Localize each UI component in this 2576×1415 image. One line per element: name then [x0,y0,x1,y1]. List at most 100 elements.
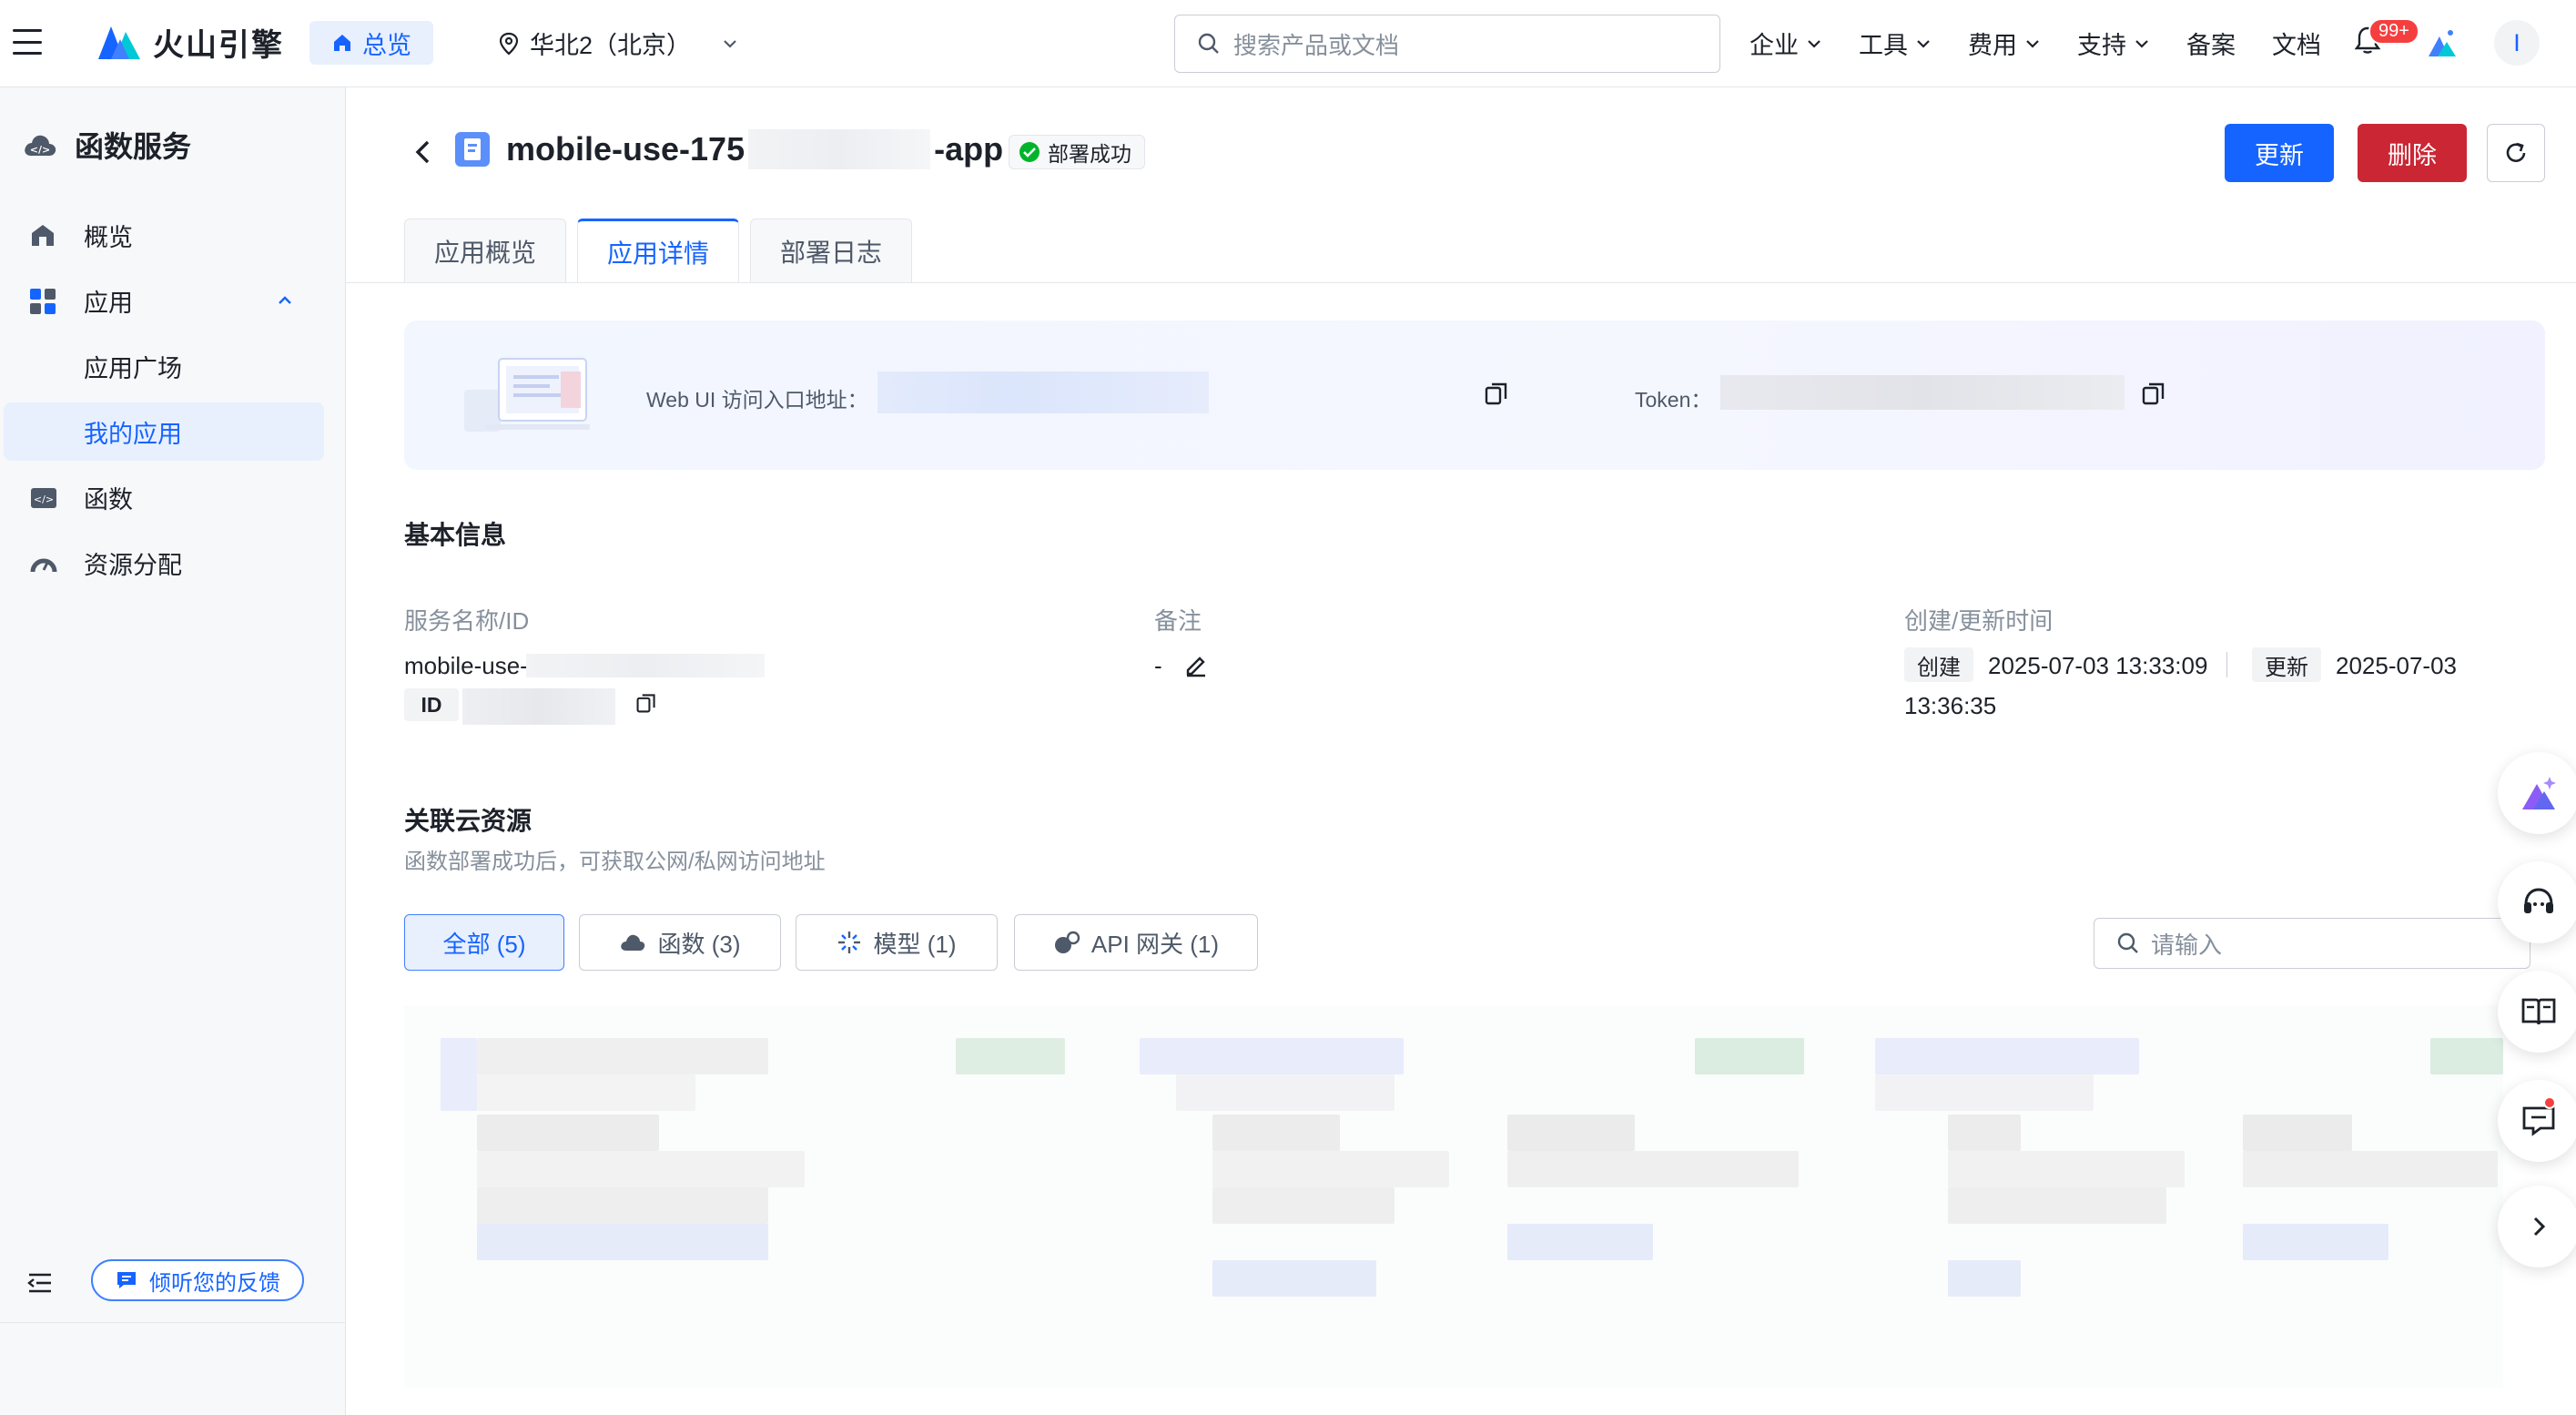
sidebar-item-overview[interactable]: 概览 [4,206,324,264]
region-label: 华北2（北京） [530,32,692,59]
notification-badge: 99+ [2368,18,2419,45]
top-nav: 企业 工具 费用 支持 备案 文档 [1749,25,2321,61]
chevron-down-icon [2135,39,2148,48]
user-avatar[interactable]: I [2494,20,2540,66]
status-badge: 部署成功 [1009,135,1145,169]
dashboard-icon [32,225,54,246]
sidebar-item-my-apps[interactable]: 我的应用 [4,402,324,461]
ai-assistant-icon[interactable] [2425,27,2458,58]
updated-time-date: 2025-07-03 [2336,652,2457,679]
resource-search-input[interactable]: 请输入 [2094,918,2530,969]
update-button[interactable]: 更新 [2225,124,2334,182]
resource-card[interactable] [1875,1005,2503,1388]
copy-icon[interactable] [2141,381,2166,406]
copy-icon[interactable] [1484,381,1509,406]
overview-button[interactable]: 总览 [309,21,433,65]
search-placeholder: 搜索产品或文档 [1233,31,1400,59]
resource-card[interactable] [404,1005,1151,1388]
updated-tag: 更新 [2252,647,2321,682]
collapse-sidebar-icon[interactable] [27,1272,53,1294]
nav-billing[interactable]: 费用 [1968,25,2041,61]
id-tag: ID [404,688,459,721]
volcano-logo-icon [98,25,140,59]
menu-icon[interactable] [13,29,42,55]
tab-deploy-logs[interactable]: 部署日志 [750,219,913,282]
search-icon [2117,932,2138,953]
apps-icon [30,289,56,314]
sidebar-title: </> 函数服务 [22,124,191,166]
delete-button[interactable]: 删除 [2358,124,2467,182]
cloud-icon [621,934,645,951]
sparkle-icon [838,931,861,953]
customer-service-button[interactable] [2498,861,2576,943]
sidebar-item-resource-allocation[interactable]: 资源分配 [4,534,324,592]
ai-float-button[interactable] [2498,752,2576,834]
remark-label: 备注 [1154,607,1202,635]
book-icon [2521,998,2556,1025]
chevron-down-icon [2026,39,2039,48]
sidebar-item-functions[interactable]: </> 函数 [4,468,324,526]
service-id-value [462,688,615,725]
check-circle-icon [1019,142,1040,162]
resources-title: 关联云资源 [404,807,532,835]
docs-button[interactable] [2498,971,2576,1053]
brand-logo[interactable]: 火山引擎 [98,20,284,65]
nav-filing[interactable]: 备案 [2186,25,2236,61]
overview-label: 总览 [362,31,411,59]
sidebar-divider [0,1322,346,1323]
region-selector[interactable]: 华北2（北京） [499,25,738,61]
home-icon [334,35,350,51]
gateway-icon [1054,931,1080,953]
brand-name: 火山引擎 [153,28,284,63]
page-title: mobile-use-175 -app [506,129,1004,169]
location-pin-icon [499,32,519,55]
filter-functions[interactable]: 函数 (3) [579,914,781,971]
webui-url-value[interactable] [877,372,1209,413]
updated-time-clock: 13:36:35 [1904,692,1997,719]
service-name-label: 服务名称/ID [404,607,530,635]
unread-dot [2543,1096,2556,1109]
copy-icon[interactable] [635,692,657,714]
messages-button[interactable] [2498,1080,2576,1162]
document-icon [464,138,481,160]
svg-text:</>: </> [30,144,50,156]
message-icon [117,1272,136,1288]
nav-docs[interactable]: 文档 [2272,25,2321,61]
edit-pencil-icon[interactable] [1183,652,1209,677]
time-label: 创建/更新时间 [1904,607,2054,635]
feedback-button[interactable]: 倾听您的反馈 [91,1259,304,1301]
chevron-right-icon [2533,1216,2546,1237]
chat-icon [2522,1106,2555,1136]
access-banner: Web UI 访问入口地址： Token： [404,321,2545,470]
nav-support[interactable]: 支持 [2077,25,2150,61]
filter-all[interactable]: 全部 (5) [404,914,564,971]
ai-sparkle-mountain-icon [2522,777,2556,809]
code-icon: </> [31,488,56,508]
created-time: 2025-07-03 13:33:09 [1988,652,2208,679]
chevron-up-icon [279,296,291,304]
filter-api-gateway[interactable]: API 网关 (1) [1014,914,1258,971]
nav-tools[interactable]: 工具 [1859,25,1932,61]
basic-info-title: 基本信息 [404,521,507,549]
resource-card[interactable] [1140,1005,1886,1388]
tab-app-overview[interactable]: 应用概览 [404,219,567,282]
app-icon [455,132,490,167]
expand-float-button[interactable] [2498,1186,2576,1267]
chevron-down-icon [724,39,736,48]
back-arrow-icon[interactable] [411,138,433,166]
nav-enterprise[interactable]: 企业 [1749,25,1822,61]
refresh-button[interactable] [2487,124,2545,182]
sidebar-item-apps[interactable]: 应用 [4,271,324,330]
filter-models[interactable]: 模型 (1) [796,914,998,971]
global-search-input[interactable]: 搜索产品或文档 [1174,15,1720,73]
webui-illustration-icon [464,358,590,432]
search-icon [1198,33,1219,54]
redacted-region [748,129,931,169]
tabs-divider [346,282,2576,283]
refresh-icon [2506,142,2526,162]
headset-icon [2524,888,2553,913]
sidebar-item-app-square[interactable]: 应用广场 [4,337,324,395]
time-divider [2226,652,2227,677]
redacted-region [526,654,765,677]
tab-app-details[interactable]: 应用详情 [577,219,740,282]
